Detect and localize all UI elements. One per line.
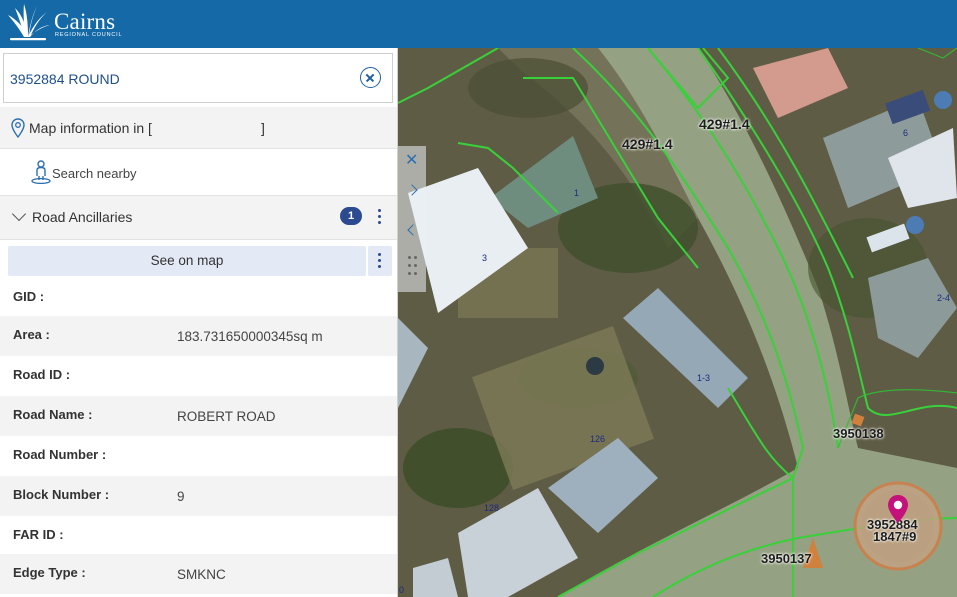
aerial-map[interactable]	[398, 48, 957, 597]
more-options-icon	[378, 253, 382, 269]
result-count-badge: 1	[340, 207, 362, 225]
location-pin-icon	[11, 118, 25, 138]
map-label-lot: 128	[484, 503, 500, 513]
map-label-lot: 1-3	[697, 373, 711, 383]
map-label-road: 429#1.4	[622, 136, 673, 152]
attribute-value: 9	[177, 489, 185, 504]
map-label-parcel: 3950138	[833, 426, 884, 441]
panel-toggle-tab: ✕	[398, 146, 426, 292]
search-nearby-row[interactable]: Search nearby	[0, 149, 397, 196]
chevron-down-icon[interactable]	[11, 206, 27, 222]
map-label-lot: 1	[574, 188, 580, 198]
map-label-road: 429#1.4	[699, 116, 750, 132]
clear-search-icon[interactable]	[360, 67, 381, 88]
map-label-lot: 6	[903, 128, 909, 138]
road-ancillaries-header[interactable]: Road Ancillaries 1	[0, 196, 397, 240]
collapse-panel-icon[interactable]	[407, 224, 419, 236]
attribute-label: Area :	[13, 327, 50, 342]
attribute-label: FAR ID :	[13, 527, 64, 542]
map-label-parcel: 3950137	[761, 551, 812, 566]
attribute-row-block-number: Block Number : 9	[0, 476, 397, 516]
attribute-label: Road ID :	[13, 367, 71, 382]
cairns-logo[interactable]: Cairns REGIONAL COUNCIL	[6, 3, 136, 43]
attribute-label: Road Number :	[13, 447, 107, 462]
map-label-lot: 3	[482, 253, 488, 263]
attribute-row-road-number: Road Number :	[0, 436, 397, 476]
attribute-value: ROBERT ROAD	[177, 409, 276, 424]
attribute-row-road-id: Road ID :	[0, 356, 397, 396]
attribute-row-gid: GID :	[0, 278, 397, 318]
info-panel: 3952884 ROUND Map information in [ ] Sea…	[0, 48, 398, 597]
close-panel-icon[interactable]: ✕	[405, 150, 418, 170]
see-on-map-more-button[interactable]	[368, 246, 392, 276]
person-location-icon	[31, 160, 51, 184]
attribute-row-road-name: Road Name : ROBERT ROAD	[0, 396, 397, 436]
map-label-lot: 0	[399, 585, 405, 595]
map-label-parcel: 1847#9	[873, 529, 917, 544]
drag-handle-icon[interactable]	[408, 256, 418, 282]
logo-subtitle: REGIONAL COUNCIL	[55, 32, 123, 38]
attribute-label: Block Number :	[13, 487, 110, 502]
logo-sunburst-icon	[8, 4, 50, 41]
attribute-value: 183.731650000345sq m	[177, 329, 323, 344]
map-pin-icon[interactable]	[886, 494, 910, 524]
attribute-label: GID :	[13, 289, 45, 304]
attribute-label: Edge Type :	[13, 565, 86, 580]
attribute-value: SMKNC	[177, 567, 226, 582]
map-information-label: Map information in [	[29, 120, 152, 136]
search-input-value[interactable]: 3952884 ROUND	[10, 71, 120, 87]
top-header: Cairns REGIONAL COUNCIL	[0, 0, 957, 48]
map-information-row[interactable]: Map information in [ ]	[0, 107, 397, 149]
map-label-lot: 2-4	[937, 293, 951, 303]
search-nearby-label: Search nearby	[52, 166, 137, 181]
search-box[interactable]: 3952884 ROUND	[3, 53, 393, 103]
attribute-label: Road Name :	[13, 407, 93, 422]
map-label-lot: 126	[590, 434, 606, 444]
map-information-bracket: ]	[261, 120, 265, 136]
attribute-row-far-id: FAR ID :	[0, 516, 397, 556]
expand-panel-icon[interactable]	[406, 184, 418, 196]
section-more-menu-icon[interactable]	[378, 209, 382, 225]
section-title: Road Ancillaries	[32, 209, 133, 225]
see-on-map-button[interactable]: See on map	[8, 246, 366, 276]
map-view[interactable]: 429#1.4 429#1.4 3950138 3950137 3952884 …	[398, 48, 957, 597]
attribute-row-edge-type: Edge Type : SMKNC	[0, 554, 397, 594]
attribute-row-area: Area : 183.731650000345sq m	[0, 316, 397, 356]
